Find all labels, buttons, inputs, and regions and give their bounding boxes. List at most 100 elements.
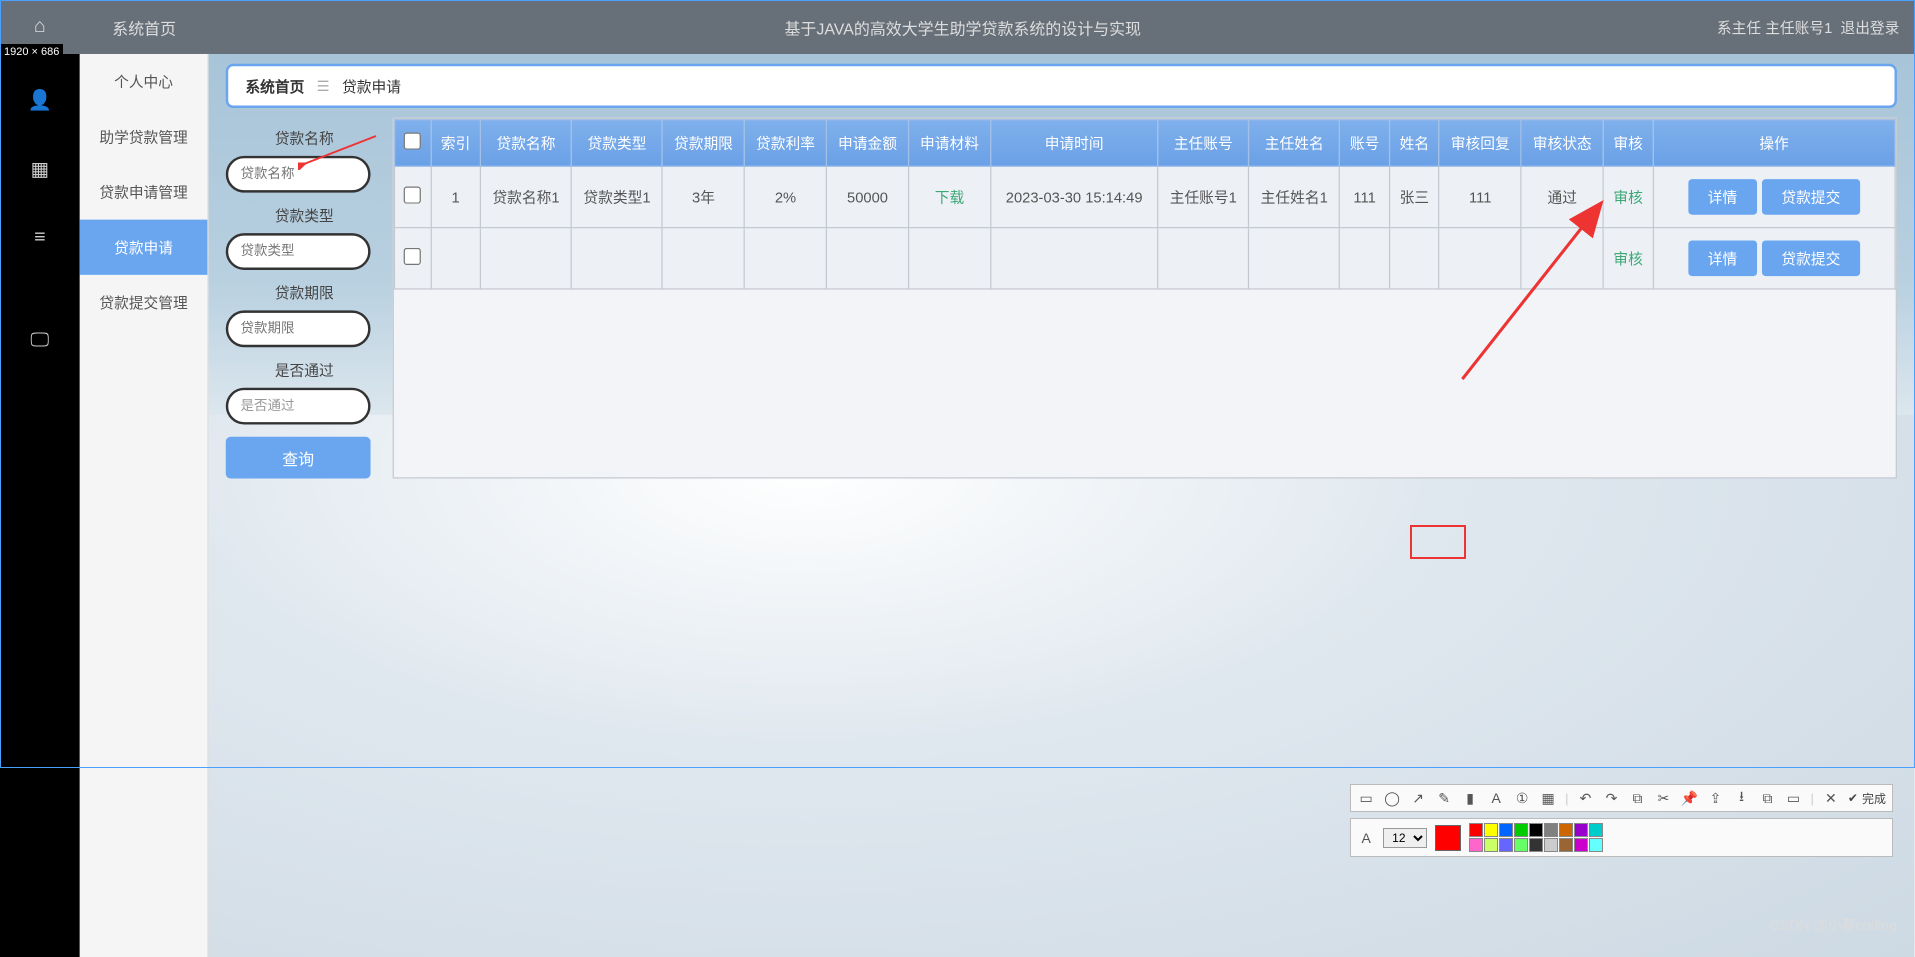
sidebar-item-submit-mgmt[interactable]: 贷款提交管理 xyxy=(80,275,208,330)
table-header: 审核状态 xyxy=(1521,120,1603,167)
download-link[interactable]: 下载 xyxy=(935,189,964,206)
tool-marker-icon[interactable]: ▮ xyxy=(1461,789,1479,807)
query-button[interactable]: 查询 xyxy=(226,437,371,479)
palette-swatch[interactable] xyxy=(1529,838,1543,852)
tool-close-icon[interactable]: ✕ xyxy=(1822,789,1840,807)
filter-label-pass: 是否通过 xyxy=(226,360,383,381)
table-cell: 贷款类型1 xyxy=(571,166,662,227)
row-checkbox[interactable] xyxy=(404,187,421,204)
tool-pin-icon[interactable]: 📌 xyxy=(1681,789,1699,807)
tool-share-icon[interactable]: ⇪ xyxy=(1707,789,1725,807)
table-cell: 111 xyxy=(1439,166,1521,227)
table-cell: 详情贷款提交 xyxy=(1653,228,1895,289)
table-cell xyxy=(1521,228,1603,289)
tool-undo-icon[interactable]: ↶ xyxy=(1577,789,1595,807)
table-header: 审核回复 xyxy=(1439,120,1521,167)
app-title: 基于JAVA的高效大学生助学贷款系统的设计与实现 xyxy=(209,15,1717,38)
table-header: 主任姓名 xyxy=(1249,120,1340,167)
table-cell: 详情贷款提交 xyxy=(1653,166,1895,227)
grid-icon[interactable]: ▦ xyxy=(23,152,57,186)
palette-swatch[interactable] xyxy=(1469,823,1483,837)
tool-rect-icon[interactable]: ▭ xyxy=(1357,789,1375,807)
sidebar-item-loan-mgmt[interactable]: 助学贷款管理 xyxy=(80,109,208,164)
annotation-red-box xyxy=(1410,525,1466,559)
list-icon[interactable]: ≡ xyxy=(23,221,57,255)
tool-color-palette[interactable] xyxy=(1469,823,1603,852)
table-header: 贷款期限 xyxy=(662,120,744,167)
table-cell xyxy=(1340,228,1390,289)
palette-swatch[interactable] xyxy=(1559,823,1573,837)
palette-swatch[interactable] xyxy=(1589,823,1603,837)
palette-swatch[interactable] xyxy=(1499,823,1513,837)
palette-swatch[interactable] xyxy=(1589,838,1603,852)
tool-ocr-icon[interactable]: ⧉ xyxy=(1629,789,1647,807)
loan-submit-button[interactable]: 贷款提交 xyxy=(1762,179,1860,215)
loan-submit-button[interactable]: 贷款提交 xyxy=(1762,240,1860,276)
table-cell xyxy=(481,228,572,289)
table-header: 贷款利率 xyxy=(744,120,826,167)
sidebar-item-personal[interactable]: 个人中心 xyxy=(80,54,208,109)
palette-swatch[interactable] xyxy=(1559,838,1573,852)
tool-more-icon[interactable]: ▭ xyxy=(1785,789,1803,807)
detail-button[interactable]: 详情 xyxy=(1688,179,1757,215)
tool-current-color[interactable] xyxy=(1435,825,1461,851)
palette-swatch[interactable] xyxy=(1529,823,1543,837)
role-label: 系主任 xyxy=(1717,19,1761,36)
palette-swatch[interactable] xyxy=(1514,838,1528,852)
tool-text-icon[interactable]: A xyxy=(1487,789,1505,807)
topbar-system-home[interactable]: 系统首页 xyxy=(80,15,209,38)
palette-swatch[interactable] xyxy=(1484,838,1498,852)
user-icon[interactable]: 👤 xyxy=(23,83,57,117)
tool-done-button[interactable]: ✔ 完成 xyxy=(1848,790,1886,807)
sidebar-item-loan-apply[interactable]: 贷款申请 xyxy=(80,220,208,275)
watermark: CSDN @小蔡coding xyxy=(1770,915,1897,935)
tool-blur-icon[interactable]: ▦ xyxy=(1539,789,1557,807)
filter-input-type[interactable] xyxy=(226,233,371,270)
table-cell xyxy=(1389,228,1439,289)
table-cell xyxy=(1439,228,1521,289)
table-cell xyxy=(571,228,662,289)
tool-pencil-icon[interactable]: ✎ xyxy=(1435,789,1453,807)
breadcrumb-home[interactable]: 系统首页 xyxy=(245,75,304,96)
tool-download-icon[interactable]: ⭳ xyxy=(1733,789,1751,807)
filter-label-type: 贷款类型 xyxy=(226,205,383,226)
audit-link[interactable]: 审核 xyxy=(1613,189,1642,206)
tool-circle-icon[interactable]: ◯ xyxy=(1383,789,1401,807)
table-cell: 主任账号1 xyxy=(1158,166,1249,227)
palette-swatch[interactable] xyxy=(1469,838,1483,852)
filter-select-pass[interactable]: 是否通过 xyxy=(226,388,371,425)
sidebar-item-apply-mgmt[interactable]: 贷款申请管理 xyxy=(80,164,208,219)
detail-button[interactable]: 详情 xyxy=(1688,240,1757,276)
tool-arrow-icon[interactable]: ↗ xyxy=(1409,789,1427,807)
palette-swatch[interactable] xyxy=(1484,823,1498,837)
table-cell xyxy=(394,228,430,289)
table-cell xyxy=(1158,228,1249,289)
palette-swatch[interactable] xyxy=(1574,838,1588,852)
table-header: 账号 xyxy=(1340,120,1390,167)
palette-swatch[interactable] xyxy=(1544,838,1558,852)
sidebar: 个人中心 助学贷款管理 贷款申请管理 贷款申请 贷款提交管理 xyxy=(80,54,209,957)
table-header: 申请时间 xyxy=(991,120,1158,167)
tool-copy-icon[interactable]: ⧉ xyxy=(1759,789,1777,807)
table-row: 审核详情贷款提交 xyxy=(394,228,1895,289)
row-checkbox[interactable] xyxy=(404,248,421,265)
tool-cut-icon[interactable]: ✂ xyxy=(1655,789,1673,807)
table-header: 索引 xyxy=(431,120,481,167)
table-cell: 审核 xyxy=(1603,228,1653,289)
tool-fontsize-select[interactable]: 12 xyxy=(1383,828,1427,848)
audit-link[interactable]: 审核 xyxy=(1613,250,1642,267)
filter-input-term[interactable] xyxy=(226,310,371,347)
tool-number-icon[interactable]: ① xyxy=(1513,789,1531,807)
filter-input-name[interactable] xyxy=(226,156,371,193)
home-icon[interactable]: ⌂ xyxy=(0,16,80,38)
monitor-icon[interactable]: 🖵 xyxy=(23,324,57,358)
palette-swatch[interactable] xyxy=(1514,823,1528,837)
palette-swatch[interactable] xyxy=(1499,838,1513,852)
table-cell: 审核 xyxy=(1603,166,1653,227)
tool-redo-icon[interactable]: ↷ xyxy=(1603,789,1621,807)
breadcrumb-current: 贷款申请 xyxy=(342,75,401,96)
palette-swatch[interactable] xyxy=(1574,823,1588,837)
palette-swatch[interactable] xyxy=(1544,823,1558,837)
logout-link[interactable]: 退出登录 xyxy=(1840,19,1899,36)
select-all-checkbox[interactable] xyxy=(404,133,421,150)
